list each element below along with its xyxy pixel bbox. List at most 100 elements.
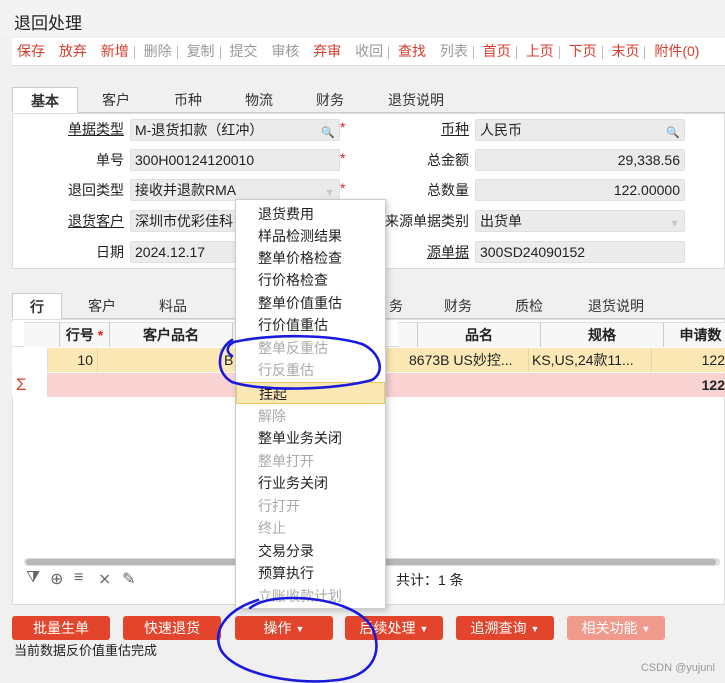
first-page-button[interactable]: 首页 [478, 38, 516, 64]
return-customer-label[interactable]: 退货客户 [40, 211, 124, 231]
menu-item-line-price-check[interactable]: 行价格检查 [236, 269, 385, 291]
spec-cell[interactable]: KS,US,24款11... [529, 348, 652, 372]
menu-item-budget-execution[interactable]: 预算执行 [236, 562, 385, 584]
toolbar-separator [176, 45, 178, 59]
discard-button[interactable]: 放弃 [54, 38, 92, 64]
tab-hidden[interactable] [217, 293, 237, 319]
last-page-button[interactable]: 末页 [606, 38, 644, 64]
tab-return-notes[interactable]: 退货说明 [378, 87, 454, 113]
doc-type-field[interactable]: M-退货扣款（红冲） 🔍 [130, 119, 340, 141]
line-no-cell[interactable]: 10 [48, 348, 98, 372]
batch-generate-button[interactable]: 批量生单 [12, 616, 110, 640]
follow-up-button[interactable]: 后续处理 ▼ [345, 616, 443, 640]
insert-row-icon[interactable]: ≡ [74, 569, 83, 587]
requested-qty-cell[interactable]: 122 [652, 348, 725, 372]
operation-button-label: 操作 [263, 620, 292, 636]
unapprove-button[interactable]: 弃审 [308, 38, 346, 64]
related-functions-button[interactable]: 相关功能 ▼ [567, 616, 665, 640]
toolbar-separator [472, 45, 474, 59]
menu-item-suspend[interactable]: 挂起 [236, 382, 385, 404]
menu-item-line-business-close[interactable]: 行业务关闭 [236, 472, 385, 494]
grid-header-col4[interactable] [398, 322, 418, 347]
grid-header-customer-item[interactable]: 客户品名 [110, 322, 233, 347]
save-button[interactable]: 保存 [12, 38, 50, 64]
grid-header-line-no[interactable]: 行号 * [60, 322, 110, 347]
approve-button[interactable]: 审核 [266, 38, 304, 64]
add-row-icon[interactable]: ⊕ [50, 569, 63, 589]
tab-lines[interactable]: 行 [12, 293, 62, 319]
menu-item-terminate[interactable]: 终止 [236, 517, 385, 539]
menu-item-return-fee[interactable]: 退货费用 [236, 203, 385, 225]
submit-button[interactable]: 提交 [224, 38, 262, 64]
menu-item-line-reverse-revaluation[interactable]: 行反重估 [236, 359, 385, 381]
tab-basic[interactable]: 基本 [12, 87, 78, 113]
grid-header-requested-qty[interactable]: 申请数 [664, 322, 725, 347]
date-field[interactable]: 2024.12.17 [130, 241, 236, 263]
currency-label[interactable]: 币种 [410, 119, 469, 139]
tab-items[interactable]: 料品 [145, 293, 201, 319]
doc-type-label[interactable]: 单据类型 [40, 119, 124, 139]
list-button[interactable]: 列表 [435, 38, 473, 64]
quick-return-button[interactable]: 快速退货 [123, 616, 221, 640]
search-icon[interactable]: 🔍 [666, 123, 680, 140]
toolbar-separator [558, 45, 560, 59]
tab-business[interactable]: 务 [386, 293, 406, 319]
doc-no-field[interactable]: 300H00124120010 [130, 149, 340, 171]
return-customer-field[interactable]: 深圳市优彩佳科 [130, 210, 236, 232]
source-doc-label[interactable]: 源单据 [400, 242, 469, 262]
currency-field[interactable]: 人民币 🔍 [475, 119, 685, 141]
next-page-button[interactable]: 下页 [564, 38, 602, 64]
related-functions-button-label: 相关功能 [581, 620, 638, 636]
chevron-down-icon[interactable]: ▼ [669, 214, 680, 231]
tab-quality[interactable]: 质检 [501, 293, 557, 319]
tab-customer[interactable]: 客户 [88, 87, 144, 113]
required-marker: * [340, 119, 346, 135]
find-button[interactable]: 查找 [393, 38, 431, 64]
delete-button[interactable]: 删除 [139, 38, 177, 64]
tab-detail-customer[interactable]: 客户 [74, 293, 130, 319]
menu-item-line-revaluation[interactable]: 行价值重估 [236, 314, 385, 336]
source-doc-field[interactable]: 300SD24090152 [475, 241, 685, 263]
menu-item-doc-revaluation[interactable]: 整单价值重估 [236, 292, 385, 314]
search-icon[interactable]: 🔍 [321, 123, 335, 140]
menu-item-doc-business-close[interactable]: 整单业务关闭 [236, 427, 385, 449]
toolbar-separator [388, 45, 390, 59]
prev-page-button[interactable]: 上页 [521, 38, 559, 64]
tab-detail-finance[interactable]: 财务 [430, 293, 486, 319]
filter-icon[interactable]: ⧩ [26, 569, 40, 587]
edit-icon[interactable]: ✎ [122, 569, 135, 589]
menu-item-journal-entry[interactable]: 交易分录 [236, 540, 385, 562]
operation-context-menu: 退货费用 样品检测结果 整单价格检查 行价格检查 整单价值重估 行价值重估 整单… [235, 199, 386, 609]
tab-logistics[interactable]: 物流 [231, 87, 287, 113]
grid-header-cell [24, 322, 60, 347]
menu-item-doc-reverse-revaluation[interactable]: 整单反重估 [236, 337, 385, 359]
watermark: CSDN @yujunl [640, 662, 715, 674]
attachment-button[interactable]: 附件(0) [649, 38, 704, 64]
trace-query-button[interactable]: 追溯查询 ▼ [456, 616, 554, 640]
menu-item-line-open[interactable]: 行打开 [236, 495, 385, 517]
required-marker: * [340, 150, 346, 166]
menu-item-release[interactable]: 解除 [236, 405, 385, 427]
recall-button[interactable]: 收回 [350, 38, 388, 64]
customer-item-cell[interactable] [98, 348, 221, 372]
item-name-cell[interactable]: 8673B US妙控... [406, 348, 529, 372]
row-selector[interactable] [12, 348, 48, 372]
menu-item-receivable-plan[interactable]: 立账收款计划 [236, 585, 385, 607]
grid-header-item-name[interactable]: 品名 [418, 322, 541, 347]
doc-type-value: M-退货扣款（红冲） [135, 122, 264, 138]
add-button[interactable]: 新增 [96, 38, 134, 64]
source-doc-type-field[interactable]: 出货单 ▼ [475, 210, 685, 232]
delete-row-icon[interactable]: ⨯ [98, 569, 111, 589]
grid-header-spec[interactable]: 规格 [541, 322, 664, 347]
menu-item-doc-open[interactable]: 整单打开 [236, 450, 385, 472]
tab-finance[interactable]: 财务 [302, 87, 358, 113]
required-marker: * [340, 180, 346, 196]
chevron-down-icon: ▼ [419, 624, 429, 634]
return-type-field[interactable]: 接收并退款RMA ▼ [130, 179, 340, 201]
menu-item-sample-test-result[interactable]: 样品检测结果 [236, 225, 385, 247]
operation-button[interactable]: 操作 ▼ [235, 616, 333, 640]
menu-item-doc-price-check[interactable]: 整单价格检查 [236, 247, 385, 269]
tab-currency[interactable]: 币种 [160, 87, 216, 113]
tab-detail-return-notes[interactable]: 退货说明 [578, 293, 654, 319]
copy-button[interactable]: 复制 [182, 38, 220, 64]
